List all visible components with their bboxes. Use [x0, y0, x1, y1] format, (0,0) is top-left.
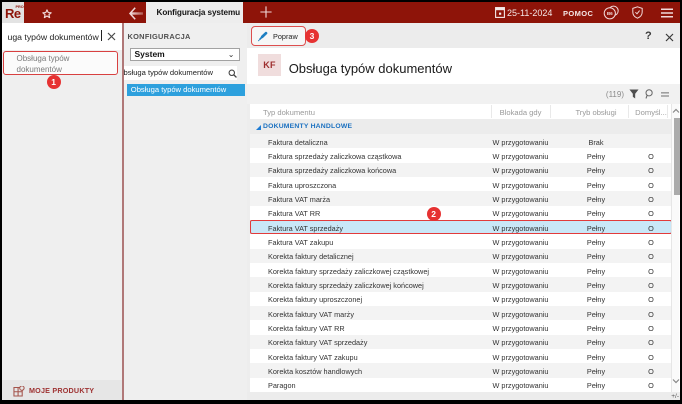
svg-text:B6: B6 — [607, 11, 613, 16]
